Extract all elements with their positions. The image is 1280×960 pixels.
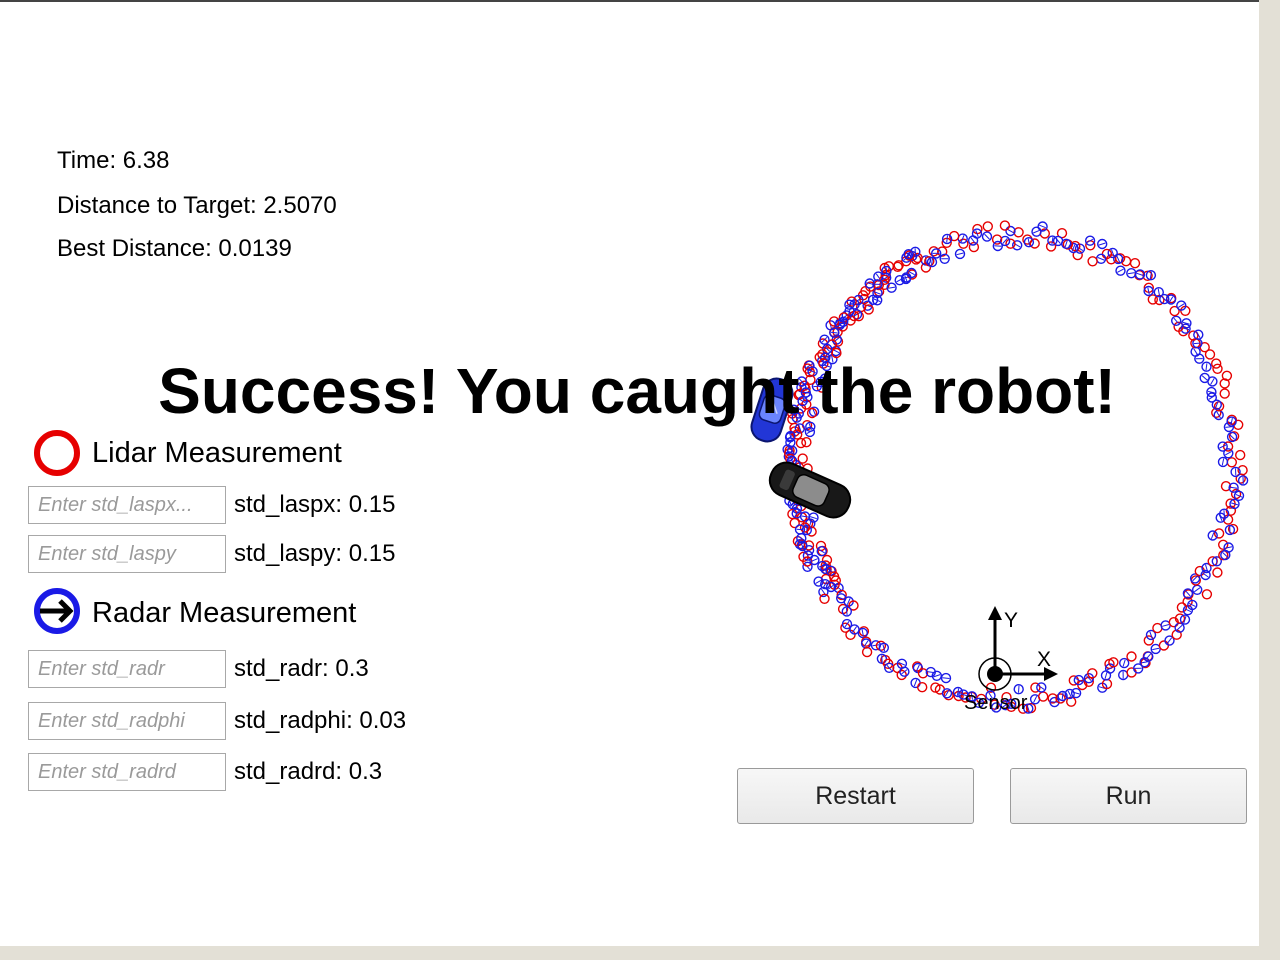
restart-button[interactable]: Restart xyxy=(737,768,974,824)
radar-marker-tick xyxy=(1202,572,1209,578)
lidar-marker xyxy=(1226,457,1238,468)
radar-marker-tick xyxy=(1136,272,1144,276)
radar-marker-tick xyxy=(830,331,838,334)
radar-marker-tick xyxy=(1147,287,1150,295)
radar-marker-tick xyxy=(1194,587,1201,593)
std-radrd-value: std_radrd: 0.3 xyxy=(234,758,383,785)
lidar-marker xyxy=(1126,651,1137,662)
radar-marker-tick xyxy=(913,679,918,687)
radar-marker-tick xyxy=(1033,695,1038,703)
lidar-marker xyxy=(1087,256,1098,267)
std-laspx-input[interactable] xyxy=(28,486,226,524)
radar-marker-tick xyxy=(1223,510,1225,518)
radar-marker-tick xyxy=(810,516,817,520)
lidar-marker xyxy=(1234,449,1246,461)
radar-marker-tick xyxy=(1219,444,1227,449)
radar-marker-tick xyxy=(1225,546,1233,549)
radar-marker-tick xyxy=(1152,647,1160,651)
radar-marker-tick xyxy=(956,252,964,256)
y-axis-label: Y xyxy=(1004,609,1018,632)
radar-marker-tick xyxy=(845,607,848,615)
hunter-car-icon xyxy=(768,461,852,519)
radar-marker-tick xyxy=(881,655,883,663)
radar-marker-tick xyxy=(1007,228,1014,234)
radar-marker-tick xyxy=(1166,637,1172,644)
radar-marker-tick xyxy=(1157,288,1160,296)
radar-marker-tick xyxy=(942,677,950,679)
radar-marker-tick xyxy=(946,235,948,243)
lidar-marker xyxy=(1158,640,1170,651)
radar-marker-tick xyxy=(984,233,990,240)
simulator-canvas: Time: 6.38 Distance to Target: 2.5070 Be… xyxy=(0,0,1259,946)
radar-marker-tick xyxy=(994,245,1002,247)
red-ring-icon xyxy=(34,430,80,476)
run-button[interactable]: Run xyxy=(1010,768,1247,824)
radar-marker-tick xyxy=(1033,229,1040,234)
success-message: Success! You caught the robot! xyxy=(158,355,1116,427)
radar-marker-tick xyxy=(796,528,804,531)
std-radr-value: std_radr: 0.3 xyxy=(234,655,369,682)
sensor-label: Sensor xyxy=(964,692,1028,714)
radar-marker-tick xyxy=(1230,486,1238,489)
lidar-marker xyxy=(861,646,873,658)
radar-marker-tick xyxy=(1193,342,1201,345)
x-axis-label: X xyxy=(1037,648,1051,671)
blue-ring-arrow-icon xyxy=(34,588,80,634)
radar-marker-tick xyxy=(888,286,896,289)
radar-marker-tick xyxy=(1225,451,1232,456)
lidar-marker xyxy=(917,682,928,693)
radar-marker-tick xyxy=(1098,242,1106,246)
radar-marker-tick xyxy=(1097,257,1105,261)
radar-marker-tick xyxy=(1039,224,1046,229)
std-laspx-value: std_laspx: 0.15 xyxy=(234,491,396,518)
radar-marker-tick xyxy=(801,515,809,518)
radar-marker-tick xyxy=(1221,458,1225,466)
std-radrd-input[interactable] xyxy=(28,753,226,791)
radar-marker-tick xyxy=(1168,296,1174,303)
std-laspy-value: std_laspy: 0.15 xyxy=(234,540,396,567)
lidar-marker xyxy=(1201,589,1213,600)
radar-marker-tick xyxy=(1162,624,1170,627)
lidar-measurement-label: Lidar Measurement xyxy=(92,437,342,469)
lidar-marker xyxy=(928,246,939,257)
radar-marker-tick xyxy=(1104,671,1108,679)
std-radphi-input[interactable] xyxy=(28,702,226,740)
lidar-marker xyxy=(1037,691,1049,702)
radar-marker-tick xyxy=(1067,690,1072,698)
lidar-marker xyxy=(1129,258,1141,269)
radar-marker-tick xyxy=(885,267,888,275)
lidar-marker xyxy=(1212,567,1223,578)
measurement-markers xyxy=(781,220,1249,714)
std-laspy-input[interactable] xyxy=(28,535,226,573)
lidar-marker xyxy=(982,221,993,232)
std-radphi-value: std_radphi: 0.03 xyxy=(234,707,407,734)
radar-marker-tick xyxy=(1127,272,1135,275)
lidar-marker xyxy=(999,220,1011,231)
radar-marker-tick xyxy=(1210,532,1215,539)
radar-marker-tick xyxy=(1176,624,1183,631)
sensor-axes: Y X Sensor xyxy=(964,606,1058,714)
radar-marker-tick xyxy=(1145,653,1151,660)
radar-marker-tick xyxy=(1185,590,1191,597)
lidar-marker xyxy=(1126,667,1137,678)
std-radr-input[interactable] xyxy=(28,650,226,688)
radar-measurement-label: Radar Measurement xyxy=(92,597,357,629)
radar-marker-tick xyxy=(852,626,858,633)
radar-marker-tick xyxy=(1141,661,1149,664)
lidar-marker xyxy=(795,437,807,449)
radar-marker-tick xyxy=(1122,659,1126,667)
radar-marker-tick xyxy=(1117,268,1124,273)
